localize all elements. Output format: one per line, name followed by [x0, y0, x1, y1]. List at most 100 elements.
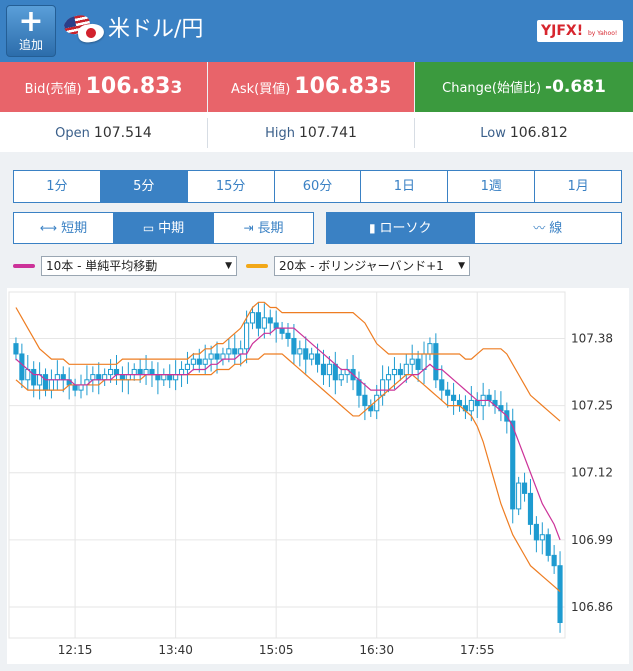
- candle-body: [315, 353, 321, 365]
- candle-body: [356, 379, 362, 396]
- tab-1min[interactable]: 1分: [14, 171, 101, 202]
- line-chart-button[interactable]: 〰線: [475, 213, 622, 243]
- candle-body: [161, 374, 167, 381]
- short-term-label: 短期: [61, 221, 88, 236]
- indicator-2-select[interactable]: 20本 - ボリンジャーバンド+1 ▼: [274, 256, 470, 276]
- candle-body: [184, 363, 191, 370]
- price-row: Bid(売値) 106.833 Ask(買値) 106.835 Change(始値比…: [0, 62, 633, 112]
- candle-body: [190, 358, 196, 365]
- low-label: Low: [480, 126, 506, 141]
- tab-1week[interactable]: 1週: [448, 171, 536, 202]
- candle-body: [545, 534, 551, 556]
- candle-body: [291, 337, 297, 355]
- ask-label: Ask(買値): [230, 82, 291, 97]
- ask-price-cell: Ask(買値) 106.835: [208, 62, 414, 112]
- y-tick-label: 107.12: [571, 466, 613, 480]
- candle-body: [303, 348, 309, 360]
- candle-body: [167, 374, 173, 381]
- candlestick-button[interactable]: ▮ ローソク: [327, 213, 475, 243]
- candle-body: [385, 374, 392, 381]
- change-cell: Change(始値比) -0.681: [415, 62, 633, 112]
- fx-chart-app: + 追加 米ドル/円 YJFX! by Yahoo! Bid(売値) 106.83…: [0, 0, 633, 671]
- add-button[interactable]: + 追加: [6, 5, 56, 57]
- low-cell: Low 106.812: [415, 118, 633, 148]
- price-chart[interactable]: 107.38 107.25 107.12 106.99 106.86 12:15 13:40…: [7, 288, 629, 664]
- candle-body: [273, 322, 279, 329]
- candle-body: [297, 348, 303, 355]
- candle-body: [374, 394, 380, 412]
- candle-body: [445, 389, 451, 396]
- long-term-label: 長期: [257, 221, 284, 236]
- candle-body: [533, 523, 539, 541]
- candle-body: [439, 379, 445, 391]
- mid-term-button[interactable]: ▭ 中期: [114, 213, 214, 243]
- dropdown-arrow-icon: ▼: [458, 261, 465, 271]
- open-cell: Open 107.514: [0, 118, 208, 148]
- indicator-1-select[interactable]: 10本 - 単純平均移動 ▼: [41, 256, 237, 276]
- candle-body: [96, 374, 102, 381]
- bid-price-cell: Bid(売値) 106.833: [0, 62, 207, 112]
- candle-body: [48, 379, 55, 391]
- candle-body: [380, 379, 386, 396]
- add-button-label: 追加: [18, 38, 43, 52]
- indicator-2-swatch: [246, 264, 268, 268]
- change-value: -0.681: [545, 77, 606, 97]
- indicator-1-swatch: [13, 264, 35, 268]
- line-chart-label: 線: [549, 221, 563, 236]
- tab-15min[interactable]: 15分: [188, 171, 275, 202]
- candle-body: [391, 368, 398, 376]
- indicator-2: 20本 - ボリンジャーバンド+1 ▼: [246, 256, 470, 276]
- candle-body: [332, 363, 338, 381]
- tab-1day[interactable]: 1日: [361, 171, 449, 202]
- candle-body: [421, 353, 427, 370]
- tab-5min[interactable]: 5分: [100, 171, 188, 202]
- long-term-button[interactable]: ⇥ 長期: [214, 213, 313, 243]
- x-tick-label: 16:30: [359, 643, 394, 657]
- x-tick-label: 15:05: [259, 643, 294, 657]
- dropdown-arrow-icon: ▼: [225, 261, 232, 271]
- high-value: 107.741: [298, 125, 357, 141]
- candle-body: [539, 534, 545, 541]
- x-tick-label: 17:55: [460, 643, 495, 657]
- candle-body: [113, 368, 120, 376]
- ask-value-main: 106.83: [294, 74, 380, 99]
- candle-body: [119, 374, 125, 381]
- candle-body: [521, 482, 528, 494]
- candle-body: [261, 317, 267, 329]
- candle-body: [486, 394, 492, 401]
- candle-body: [451, 394, 457, 401]
- open-value: 107.514: [93, 125, 152, 141]
- bid-value-main: 106.83: [85, 74, 171, 99]
- candle-body: [226, 348, 232, 355]
- candle-body: [108, 368, 114, 376]
- tab-60min[interactable]: 60分: [275, 171, 362, 202]
- candle-body: [102, 374, 108, 381]
- tab-1month[interactable]: 1月: [535, 171, 621, 202]
- brand-logo[interactable]: YJFX! by Yahoo!: [537, 20, 623, 42]
- candle-body: [72, 384, 78, 391]
- price-chart-svg[interactable]: 107.38 107.25 107.12 106.99 106.86 12:15 13:40…: [7, 288, 629, 664]
- bid-label: Bid(売値): [24, 82, 82, 97]
- ask-value: 106.835: [294, 74, 391, 99]
- candle-body: [309, 353, 315, 360]
- candle-body: [267, 317, 273, 324]
- candle-body: [320, 363, 327, 376]
- candle-body: [415, 358, 421, 370]
- open-high-low-row: Open 107.514 High 107.741 Low 106.812: [0, 112, 633, 152]
- high-label: High: [265, 126, 295, 141]
- header-bar: + 追加 米ドル/円 YJFX! by Yahoo!: [0, 0, 633, 62]
- candle-body: [173, 374, 179, 381]
- bid-value: 106.833: [86, 74, 183, 99]
- short-term-button[interactable]: ⟷ 短期: [14, 213, 114, 243]
- candle-body: [202, 358, 208, 365]
- candle-body: [54, 374, 60, 381]
- brand-logo-tail: by Yahoo!: [587, 30, 618, 37]
- candle-body: [131, 368, 137, 376]
- candle-body: [527, 492, 534, 525]
- candle-body: [143, 368, 149, 376]
- candle-body: [279, 327, 285, 334]
- candle-body: [149, 368, 155, 376]
- candle-body: [397, 368, 403, 376]
- timeframe-tabs: 1分 5分 15分 60分 1日 1週 1月: [13, 170, 622, 203]
- candle-body: [249, 312, 256, 324]
